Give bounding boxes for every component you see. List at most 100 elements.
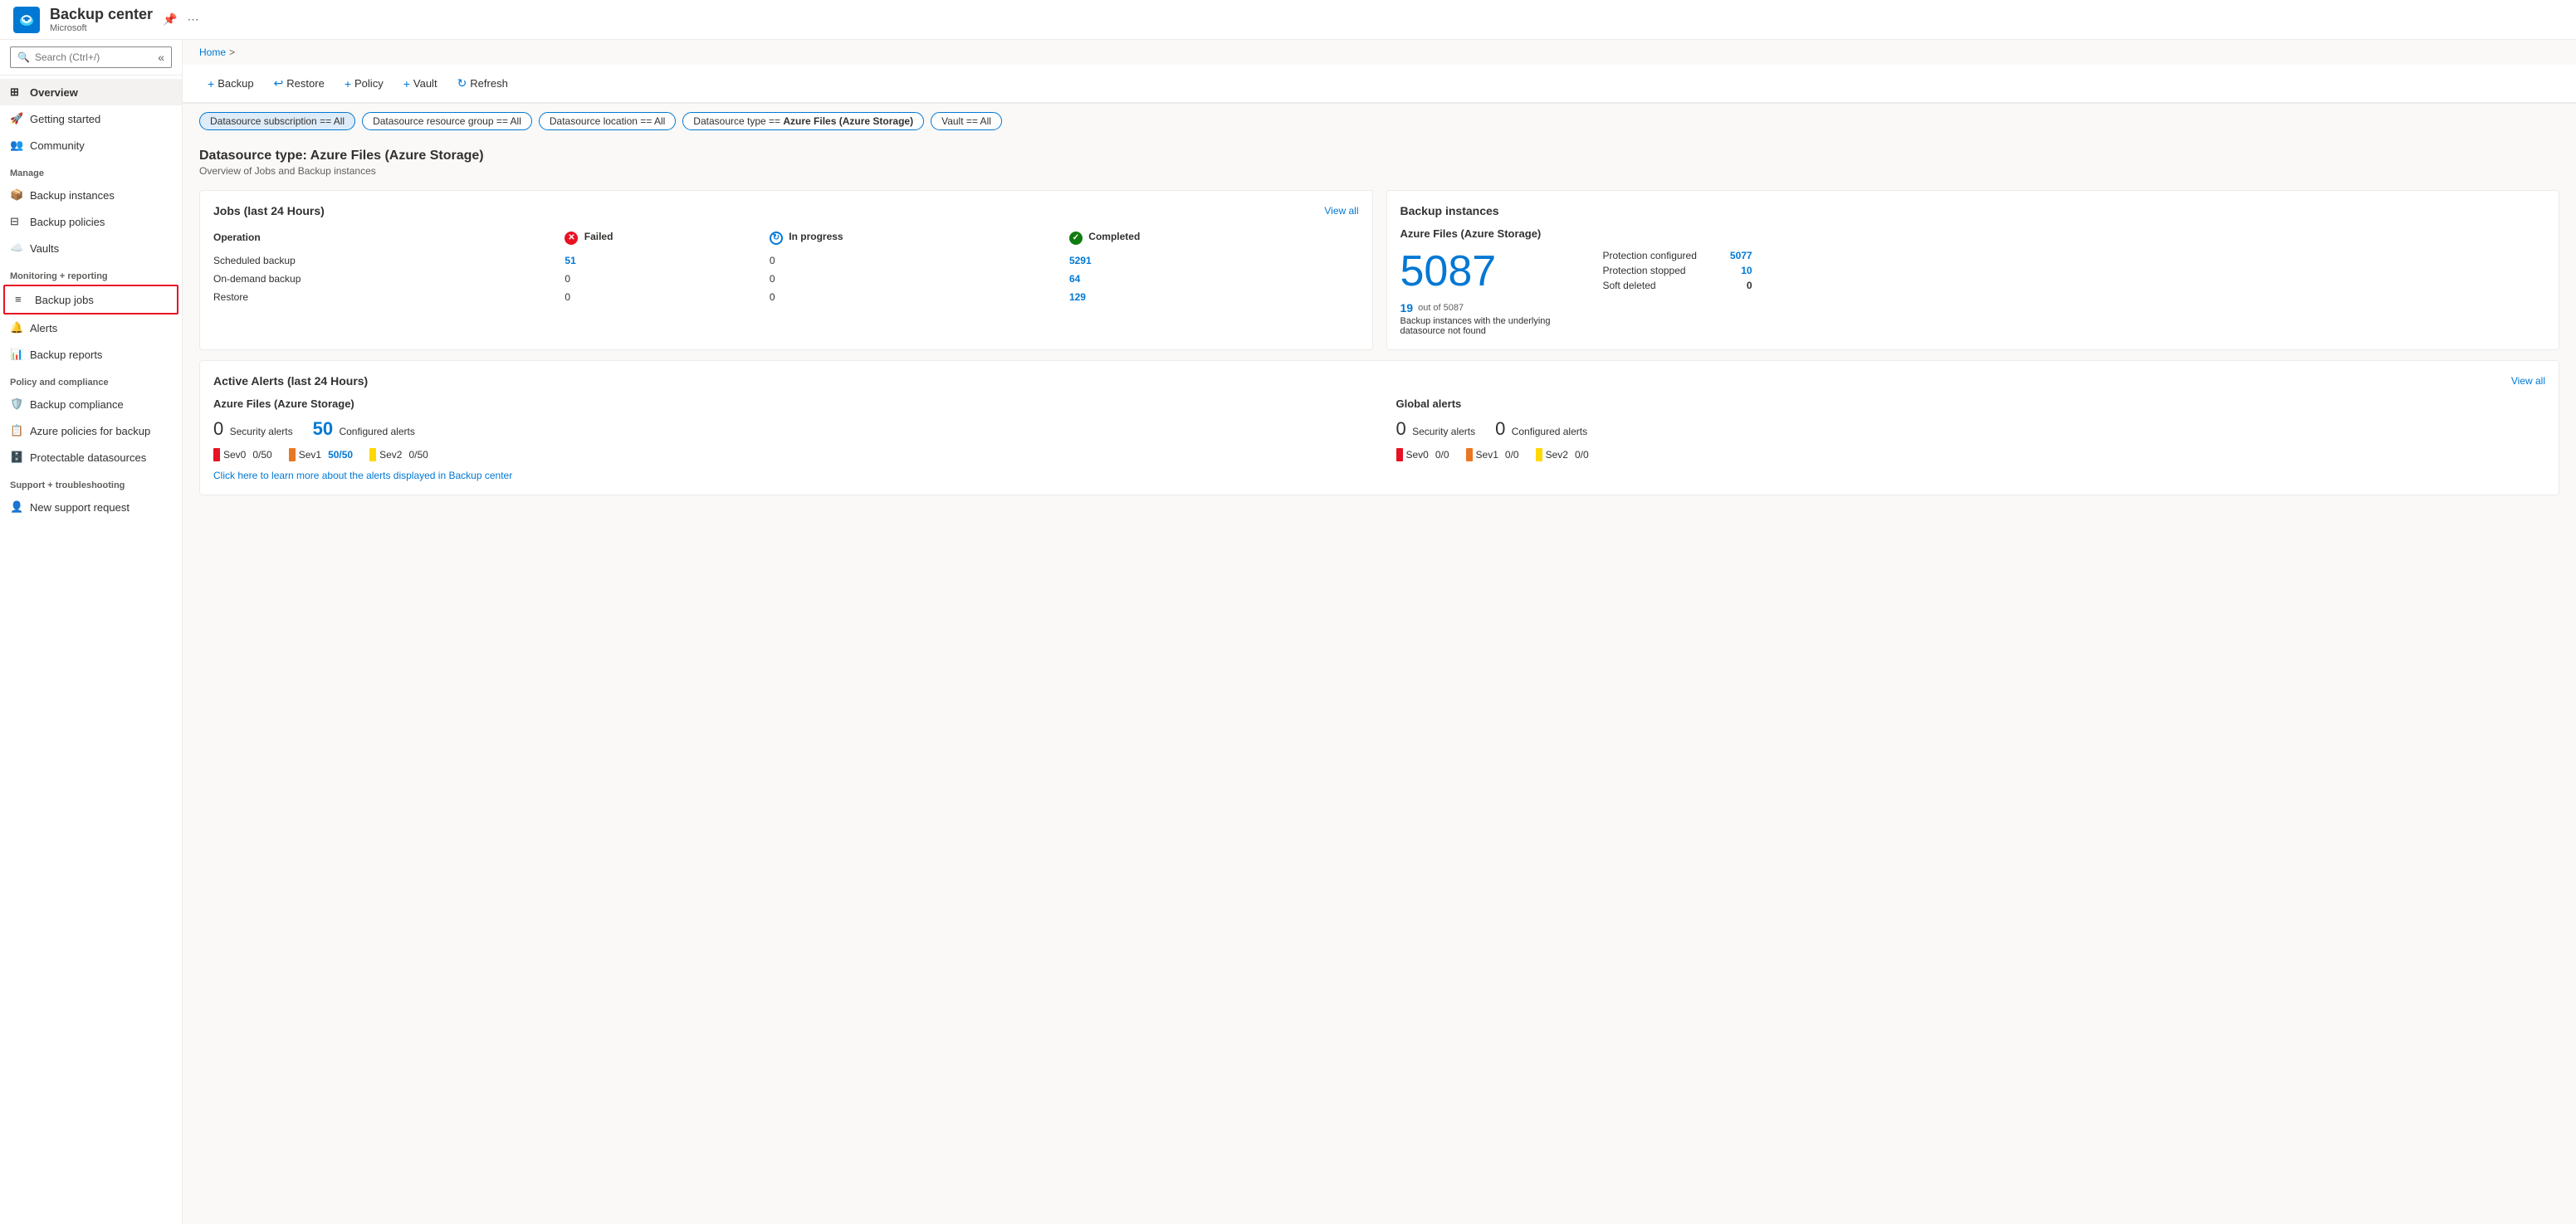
sidebar-item-protectable-datasources[interactable]: 🗄️ Protectable datasources bbox=[0, 444, 182, 471]
vault-button[interactable]: + Vault bbox=[395, 72, 446, 95]
completed-status-icon: ✓ bbox=[1069, 232, 1083, 245]
sidebar-item-getting-started[interactable]: 🚀 Getting started bbox=[0, 105, 182, 132]
bi-stat-row-1: Protection stopped 10 bbox=[1603, 265, 1752, 276]
row-failed: 51 bbox=[565, 251, 770, 270]
page-subtitle: Overview of Jobs and Backup instances bbox=[199, 165, 2559, 177]
app-title-block: Backup center Microsoft bbox=[50, 6, 153, 34]
main-content: Home > + Backup ↩ Restore + Policy bbox=[183, 40, 2576, 1224]
sev0-global: Sev0 0/0 bbox=[1396, 448, 1449, 461]
filter-datasource-resource-group[interactable]: Datasource resource group == All bbox=[362, 112, 532, 130]
jobs-table: Operation ✕ Failed ↻ In progress bbox=[213, 227, 1359, 306]
section-header-support: Support + troubleshooting bbox=[0, 471, 182, 494]
sidebar-item-label: New support request bbox=[30, 501, 130, 514]
sev1-value-link[interactable]: 50/50 bbox=[328, 449, 353, 461]
alerts-learn-more-link[interactable]: Click here to learn more about the alert… bbox=[213, 470, 2545, 481]
sidebar-item-backup-instances[interactable]: 📦 Backup instances bbox=[0, 182, 182, 208]
section-header-monitoring: Monitoring + reporting bbox=[0, 261, 182, 285]
bi-stat-val-2: 0 bbox=[1747, 280, 1752, 291]
search-wrap[interactable]: 🔍 « bbox=[10, 46, 172, 68]
backup-button[interactable]: + Backup bbox=[199, 72, 262, 95]
top-bar: Backup center Microsoft 📌 ⋯ bbox=[0, 0, 2576, 40]
filter-vault[interactable]: Vault == All bbox=[931, 112, 1002, 130]
sidebar-item-alerts[interactable]: 🔔 Alerts bbox=[0, 315, 182, 341]
configured-count-azure: 50 Configured alerts bbox=[313, 418, 415, 440]
inprogress-value: 0 bbox=[770, 255, 775, 266]
bi-stat-val-1[interactable]: 10 bbox=[1741, 265, 1752, 276]
bi-underlying-number[interactable]: 19 bbox=[1400, 301, 1414, 315]
sidebar-item-azure-policies[interactable]: 📋 Azure policies for backup bbox=[0, 417, 182, 444]
row-completed: 64 bbox=[1069, 270, 1359, 288]
alerts-section: Active Alerts (last 24 Hours) View all A… bbox=[183, 360, 2576, 509]
backup-label: Backup bbox=[218, 77, 253, 90]
sidebar-item-backup-jobs[interactable]: ≡ Backup jobs bbox=[3, 285, 178, 315]
sidebar-item-new-support-request[interactable]: 👤 New support request bbox=[0, 494, 182, 520]
search-input[interactable] bbox=[35, 51, 153, 63]
restore-button[interactable]: ↩ Restore bbox=[266, 71, 333, 95]
policy-button[interactable]: + Policy bbox=[336, 72, 392, 95]
sidebar-item-label: Backup reports bbox=[30, 349, 102, 361]
jobs-view-all-link[interactable]: View all bbox=[1324, 205, 1358, 217]
sidebar-item-label: Azure policies for backup bbox=[30, 425, 150, 437]
sev2-label: Sev2 bbox=[379, 449, 402, 461]
bi-stat-label-0: Protection configured bbox=[1603, 250, 1697, 261]
alert-counts-azure: 0 Security alerts 50 Configured alerts bbox=[213, 418, 1363, 440]
alert-sev-row-global: Sev0 0/0 Sev1 0/0 Sev2 bbox=[1396, 448, 2546, 461]
alerts-view-all-link[interactable]: View all bbox=[2511, 375, 2545, 387]
section-header-manage: Manage bbox=[0, 158, 182, 182]
table-row: On-demand backup 0 0 64 bbox=[213, 270, 1359, 288]
breadcrumb-home[interactable]: Home bbox=[199, 46, 226, 58]
inprogress-value: 0 bbox=[770, 273, 775, 285]
sidebar-item-vaults[interactable]: ☁️ Vaults bbox=[0, 235, 182, 261]
sev0-value-global: 0/0 bbox=[1435, 449, 1449, 461]
plus-vault-icon: + bbox=[403, 77, 410, 90]
filter-datasource-location[interactable]: Datasource location == All bbox=[539, 112, 676, 130]
toolbar: + Backup ↩ Restore + Policy + Vault bbox=[183, 65, 2576, 103]
restore-label: Restore bbox=[286, 77, 325, 90]
completed-value-link[interactable]: 129 bbox=[1069, 291, 1086, 303]
failed-value-link[interactable]: 51 bbox=[565, 255, 575, 266]
sev0-azure: Sev0 0/50 bbox=[213, 448, 272, 461]
grid-icon: ⊞ bbox=[10, 85, 23, 99]
table-row: Restore 0 0 129 bbox=[213, 288, 1359, 306]
alerts-global-col: Global alerts 0 Security alerts 0 Config… bbox=[1396, 397, 2546, 461]
pin-icon[interactable]: 📌 bbox=[163, 12, 177, 27]
col-completed: ✓ Completed bbox=[1069, 227, 1359, 251]
sidebar: 🔍 « ⊞ Overview 🚀 Getting started 👥 Commu… bbox=[0, 40, 183, 1224]
grid2-icon: ⊟ bbox=[10, 215, 23, 228]
sev2-bar bbox=[369, 448, 376, 461]
sev1-bar-global bbox=[1466, 448, 1473, 461]
sidebar-item-overview[interactable]: ⊞ Overview bbox=[0, 79, 182, 105]
sidebar-item-backup-compliance[interactable]: 🛡️ Backup compliance bbox=[0, 391, 182, 417]
policy-label: Policy bbox=[354, 77, 384, 90]
sev2-global: Sev2 0/0 bbox=[1536, 448, 1589, 461]
collapse-button[interactable]: « bbox=[158, 51, 164, 64]
sev1-global: Sev1 0/0 bbox=[1466, 448, 1519, 461]
sidebar-item-community[interactable]: 👥 Community bbox=[0, 132, 182, 158]
sidebar-item-label: Getting started bbox=[30, 113, 100, 125]
sidebar-item-backup-policies[interactable]: ⊟ Backup policies bbox=[0, 208, 182, 235]
filter-datasource-subscription[interactable]: Datasource subscription == All bbox=[199, 112, 355, 130]
breadcrumb: Home > bbox=[183, 40, 2576, 65]
completed-value-link[interactable]: 64 bbox=[1069, 273, 1080, 285]
row-operation: Restore bbox=[213, 288, 565, 306]
configured-num-azure: 50 bbox=[313, 418, 333, 439]
vault-label: Vault bbox=[413, 77, 437, 90]
sev0-bar bbox=[213, 448, 220, 461]
box-icon: 📦 bbox=[10, 188, 23, 202]
search-bar: 🔍 « bbox=[0, 40, 182, 76]
col-inprogress: ↻ In progress bbox=[770, 227, 1069, 251]
completed-value-link[interactable]: 5291 bbox=[1069, 255, 1092, 266]
backup-instances-card: Backup instances Azure Files (Azure Stor… bbox=[1386, 190, 2560, 350]
bi-stat-label-2: Soft deleted bbox=[1603, 280, 1656, 291]
bi-stat-val-0[interactable]: 5077 bbox=[1730, 250, 1752, 261]
sidebar-item-backup-reports[interactable]: 📊 Backup reports bbox=[0, 341, 182, 368]
row-inprogress: 0 bbox=[770, 288, 1069, 306]
refresh-button[interactable]: ↻ Refresh bbox=[449, 71, 516, 95]
filter-datasource-type[interactable]: Datasource type == Azure Files (Azure St… bbox=[682, 112, 924, 130]
failed-status-icon: ✕ bbox=[565, 232, 578, 245]
cards-row: Jobs (last 24 Hours) View all Operation … bbox=[183, 180, 2576, 360]
more-icon[interactable]: ⋯ bbox=[188, 12, 199, 27]
sidebar-nav: ⊞ Overview 🚀 Getting started 👥 Community… bbox=[0, 76, 182, 1224]
bi-card-header: Backup instances bbox=[1400, 204, 2546, 217]
row-failed: 0 bbox=[565, 288, 770, 306]
